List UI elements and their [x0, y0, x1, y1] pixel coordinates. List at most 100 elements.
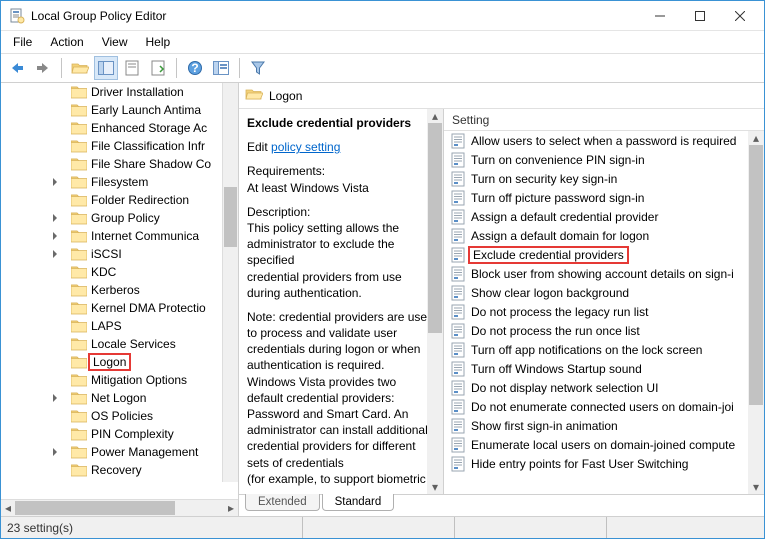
- tree-item-label: PIN Complexity: [91, 427, 174, 441]
- open-folder-icon: [245, 87, 263, 104]
- menu-action[interactable]: Action: [42, 33, 91, 51]
- scroll-up-icon[interactable]: ▴: [748, 131, 764, 145]
- menu-file[interactable]: File: [5, 33, 40, 51]
- description-p2: credential providers from use during aut…: [247, 269, 435, 301]
- menu-help[interactable]: Help: [138, 33, 179, 51]
- tree-item[interactable]: OS Policies: [1, 407, 222, 425]
- setting-row[interactable]: Turn off Windows Startup sound: [444, 359, 764, 378]
- policy-icon: [450, 266, 466, 282]
- setting-label: Do not display network selection UI: [471, 381, 658, 395]
- tree-vscrollbar[interactable]: [222, 83, 238, 482]
- setting-row[interactable]: Show clear logon background: [444, 283, 764, 302]
- column-header-setting[interactable]: Setting: [444, 109, 764, 131]
- properties-button[interactable]: [120, 56, 144, 80]
- policy-icon: [450, 342, 466, 358]
- setting-row[interactable]: Turn on security key sign-in: [444, 169, 764, 188]
- tree-item-label: Folder Redirection: [91, 193, 189, 207]
- refresh-button[interactable]: [146, 56, 170, 80]
- view-tabs: Extended Standard: [239, 494, 764, 516]
- settings-list-pane: Setting Allow users to select when a pas…: [444, 109, 764, 494]
- tab-extended[interactable]: Extended: [245, 494, 320, 511]
- scroll-down-icon[interactable]: ▾: [427, 480, 443, 494]
- tree-item[interactable]: Mitigation Options: [1, 371, 222, 389]
- export-button[interactable]: [209, 56, 233, 80]
- folder-icon: [71, 319, 87, 333]
- setting-row[interactable]: Hide entry points for Fast User Switchin…: [444, 454, 764, 473]
- tab-standard[interactable]: Standard: [322, 494, 395, 511]
- show-tree-button[interactable]: [94, 56, 118, 80]
- setting-row[interactable]: Assign a default domain for logon: [444, 226, 764, 245]
- tree-item[interactable]: Enhanced Storage Ac: [1, 119, 222, 137]
- setting-row[interactable]: Exclude credential providers: [444, 245, 764, 264]
- tree-item[interactable]: Folder Redirection: [1, 191, 222, 209]
- folder-icon: [71, 85, 87, 99]
- setting-row[interactable]: Allow users to select when a password is…: [444, 131, 764, 150]
- policy-icon: [450, 380, 466, 396]
- setting-row[interactable]: Turn off app notifications on the lock s…: [444, 340, 764, 359]
- edit-policy-link[interactable]: policy setting: [271, 140, 340, 154]
- scroll-left-icon[interactable]: ◂: [1, 500, 15, 516]
- setting-label: Turn off app notifications on the lock s…: [471, 343, 702, 357]
- filter-button[interactable]: [246, 56, 270, 80]
- tree-item[interactable]: File Share Shadow Co: [1, 155, 222, 173]
- tree-item[interactable]: Driver Installation: [1, 83, 222, 101]
- tree-item[interactable]: Logon: [1, 353, 222, 371]
- tree-hscrollbar[interactable]: ◂ ▸: [1, 499, 238, 516]
- desc-vscrollbar[interactable]: ▴ ▾: [427, 109, 443, 494]
- back-button[interactable]: [5, 56, 29, 80]
- tree-item[interactable]: Net Logon: [1, 389, 222, 407]
- folder-icon: [71, 301, 87, 315]
- tree-item[interactable]: Group Policy: [1, 209, 222, 227]
- setting-row[interactable]: Do not enumerate connected users on doma…: [444, 397, 764, 416]
- setting-row[interactable]: Do not display network selection UI: [444, 378, 764, 397]
- scroll-up-icon[interactable]: ▴: [427, 109, 443, 123]
- up-button[interactable]: [68, 56, 92, 80]
- setting-label: Hide entry points for Fast User Switchin…: [471, 457, 688, 471]
- tree-item-label: Enhanced Storage Ac: [91, 121, 207, 135]
- scroll-thumb[interactable]: [15, 501, 175, 515]
- setting-row[interactable]: Show first sign-in animation: [444, 416, 764, 435]
- tree-item[interactable]: File Classification Infr: [1, 137, 222, 155]
- tree-scroll: Driver InstallationEarly Launch Antima En…: [1, 83, 238, 499]
- tree-item[interactable]: Filesystem: [1, 173, 222, 191]
- scroll-thumb[interactable]: [749, 145, 763, 405]
- folder-icon: [71, 139, 87, 153]
- tree-item[interactable]: KDC: [1, 263, 222, 281]
- tree-item[interactable]: Kernel DMA Protectio: [1, 299, 222, 317]
- setting-row[interactable]: Do not process the legacy run list: [444, 302, 764, 321]
- status-cell: [454, 517, 606, 538]
- tree-item[interactable]: iSCSI: [1, 245, 222, 263]
- menu-view[interactable]: View: [94, 33, 136, 51]
- tree-item[interactable]: Internet Communica: [1, 227, 222, 245]
- tree-item[interactable]: Kerberos: [1, 281, 222, 299]
- tree-item[interactable]: Early Launch Antima: [1, 101, 222, 119]
- settings-list: Allow users to select when a password is…: [444, 131, 764, 494]
- tree-item-label: Recovery: [91, 463, 142, 477]
- scroll-thumb[interactable]: [428, 123, 442, 333]
- tree-item[interactable]: PIN Complexity: [1, 425, 222, 443]
- setting-row[interactable]: Turn off picture password sign-in: [444, 188, 764, 207]
- tree-item[interactable]: Power Management: [1, 443, 222, 461]
- scroll-right-icon[interactable]: ▸: [224, 500, 238, 516]
- folder-icon: [71, 193, 87, 207]
- tree-item[interactable]: Recovery: [1, 461, 222, 479]
- setting-row[interactable]: Block user from showing account details …: [444, 264, 764, 283]
- tree-item[interactable]: Locale Services: [1, 335, 222, 353]
- toolbar-sep: [61, 58, 62, 78]
- maximize-button[interactable]: [680, 2, 720, 30]
- tree-item[interactable]: LAPS: [1, 317, 222, 335]
- help-button[interactable]: ?: [183, 56, 207, 80]
- folder-icon: [71, 211, 87, 225]
- description-label: Description:: [247, 205, 310, 219]
- setting-row[interactable]: Turn on convenience PIN sign-in: [444, 150, 764, 169]
- scroll-thumb[interactable]: [224, 187, 237, 247]
- scroll-down-icon[interactable]: ▾: [748, 480, 764, 494]
- tree-item-label: Kerberos: [91, 283, 140, 297]
- close-button[interactable]: [720, 2, 760, 30]
- setting-row[interactable]: Do not process the run once list: [444, 321, 764, 340]
- minimize-button[interactable]: [640, 2, 680, 30]
- setting-row[interactable]: Enumerate local users on domain-joined c…: [444, 435, 764, 454]
- forward-button[interactable]: [31, 56, 55, 80]
- list-vscrollbar[interactable]: ▴ ▾: [748, 131, 764, 494]
- setting-row[interactable]: Assign a default credential provider: [444, 207, 764, 226]
